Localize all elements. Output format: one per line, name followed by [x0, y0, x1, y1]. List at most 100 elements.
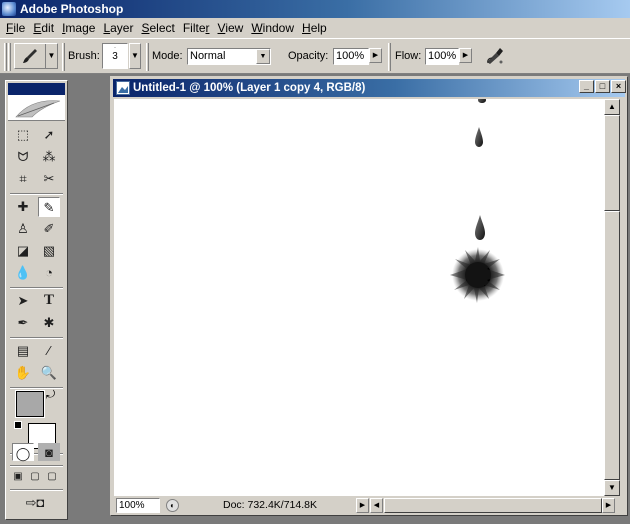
hand-tool-icon[interactable]: ✋ [12, 363, 34, 383]
status-bar: 100% ◐ Doc: 732.4K/714.8K ▶ ◀ ▶ [114, 497, 620, 514]
minimize-button[interactable]: _ [579, 80, 594, 93]
history-brush-tool-icon[interactable]: ✐ [38, 219, 60, 239]
dodge-tool-icon[interactable]: ◔ [38, 263, 60, 283]
menu-window[interactable]: Window [247, 21, 298, 35]
flow-label: Flow: [395, 50, 422, 62]
swap-colors-icon[interactable]: ⤾ [46, 389, 55, 402]
toolbox-separator [10, 489, 63, 491]
flow-field[interactable]: 100% [425, 48, 459, 65]
menu-image[interactable]: Image [58, 21, 99, 35]
falling-drop-2 [475, 127, 483, 147]
zoom-level-field[interactable]: 100% [116, 498, 160, 513]
magic-wand-tool-icon[interactable]: ⁂ [38, 147, 60, 167]
toolbox-separator [10, 287, 63, 289]
gradient-tool-icon[interactable]: ▧ [38, 241, 60, 261]
foreground-color-swatch[interactable] [15, 390, 45, 418]
toolbox: ⬚ ➚ ᗢ ⁂ ⌗ ✂ ✚ ✎ ♙ ✐ ◪ ▧ 💧 ◔ ➤ T ✒ ✱ ▤ ⁄ … [5, 80, 68, 520]
brush-preview[interactable]: · 3 [102, 43, 128, 69]
toolbox-separator [10, 193, 63, 195]
horizontal-scroll-thumb[interactable] [384, 498, 602, 513]
standard-mode-icon[interactable]: ◯ [12, 443, 34, 461]
pen-tool-icon[interactable]: ✒ [12, 313, 34, 333]
opacity-slider-arrow[interactable]: ▶ [369, 48, 382, 63]
app-title: Adobe Photoshop [20, 2, 124, 16]
lasso-tool-icon[interactable]: ᗢ [12, 147, 34, 167]
app-title-bar: Adobe Photoshop [0, 0, 630, 18]
move-tool-icon[interactable]: ➚ [38, 125, 60, 145]
chevron-down-icon[interactable]: ▼ [256, 49, 270, 64]
toolbox-separator [10, 337, 63, 339]
falling-drop-1 [478, 91, 486, 103]
vertical-scroll-track[interactable] [604, 211, 620, 480]
crop-tool-icon[interactable]: ⌗ [12, 169, 34, 189]
toolbox-separator [10, 465, 63, 467]
scroll-right-button[interactable]: ▶ [602, 498, 615, 513]
vertical-scroll-thumb[interactable] [604, 115, 620, 211]
scroll-up-button[interactable]: ▲ [604, 99, 620, 115]
options-separator [62, 43, 65, 71]
jump-to-imageready-icon[interactable]: ⇨◘ [12, 493, 58, 515]
menu-file[interactable]: File [2, 21, 29, 35]
document-size-info: Doc: 732.4K/714.8K [223, 499, 317, 511]
type-tool-icon[interactable]: T [38, 291, 60, 311]
options-separator [146, 43, 149, 71]
maximize-button[interactable]: □ [595, 80, 610, 93]
brush-picker-arrow[interactable]: ▼ [129, 43, 141, 69]
flow-slider-arrow[interactable]: ▶ [459, 48, 472, 63]
options-bar: ▼ Brush: · 3 ▼ Mode: Normal ▼ Opacity: 1… [0, 38, 630, 74]
chevron-down-icon[interactable]: ▼ [45, 44, 57, 68]
brush-tool-icon [20, 48, 40, 64]
vertical-scrollbar[interactable]: ▲ ▼ [604, 99, 620, 496]
full-screen-mode-icon[interactable]: ▢ [44, 469, 60, 485]
eraser-tool-icon[interactable]: ◪ [12, 241, 34, 261]
brush-size: 3 [112, 51, 118, 62]
document-icon[interactable] [116, 81, 130, 95]
full-screen-menu-mode-icon[interactable]: ▢ [27, 469, 43, 485]
menu-edit[interactable]: Edit [29, 21, 58, 35]
brush-label: Brush: [68, 50, 100, 62]
blur-tool-icon[interactable]: 💧 [12, 263, 34, 283]
options-bar-grip-2[interactable] [8, 43, 11, 71]
path-selection-tool-icon[interactable]: ➤ [12, 291, 34, 311]
opacity-field[interactable]: 100% [333, 48, 369, 65]
tool-preset-picker[interactable]: ▼ [14, 43, 58, 69]
document-title-bar[interactable]: Untitled-1 @ 100% (Layer 1 copy 4, RGB/8… [113, 79, 625, 97]
clone-stamp-tool-icon[interactable]: ♙ [12, 219, 34, 239]
healing-brush-tool-icon[interactable]: ✚ [12, 197, 34, 217]
opacity-label: Opacity: [288, 50, 329, 62]
scroll-left-button[interactable]: ◀ [370, 498, 383, 513]
notes-tool-icon[interactable]: ▤ [12, 341, 34, 361]
menu-view[interactable]: View [214, 21, 248, 35]
toolbox-header[interactable] [8, 83, 65, 95]
brush-tool-icon[interactable]: ✎ [38, 197, 60, 217]
options-separator [388, 43, 391, 71]
menu-help[interactable]: Help [298, 21, 331, 35]
close-button[interactable]: × [611, 80, 626, 93]
eyedropper-tool-icon[interactable]: ⁄ [38, 341, 60, 361]
photoshop-feather-logo[interactable] [8, 95, 65, 121]
menu-layer[interactable]: Layer [99, 21, 137, 35]
menu-filter[interactable]: Filter [179, 21, 214, 35]
standard-screen-mode-icon[interactable]: ▣ [10, 469, 26, 485]
default-colors-icon[interactable] [14, 421, 22, 429]
slice-tool-icon[interactable]: ✂ [38, 169, 60, 189]
status-info-icon[interactable]: ◐ [166, 499, 179, 512]
falling-drop-3 [475, 215, 485, 240]
menu-select[interactable]: Select [137, 21, 178, 35]
custom-shape-tool-icon[interactable]: ✱ [38, 313, 60, 333]
canvas-artwork [450, 91, 505, 303]
photoshop-app-icon [2, 2, 16, 16]
marquee-tool-icon[interactable]: ⬚ [12, 125, 34, 145]
status-menu-arrow[interactable]: ▶ [356, 498, 369, 513]
document-title: Untitled-1 @ 100% (Layer 1 copy 4, RGB/8… [133, 82, 366, 94]
airbrush-icon[interactable] [484, 44, 506, 66]
horizontal-scrollbar[interactable] [384, 498, 602, 513]
scroll-down-button[interactable]: ▼ [604, 480, 620, 496]
quick-mask-mode-icon[interactable]: ◙ [38, 443, 60, 461]
options-bar-grip[interactable] [4, 43, 7, 71]
image-canvas[interactable] [114, 91, 604, 496]
mode-select[interactable]: Normal ▼ [187, 48, 271, 65]
zoom-tool-icon[interactable]: 🔍 [38, 363, 60, 383]
mode-label: Mode: [152, 50, 183, 62]
ink-splat [450, 247, 505, 303]
